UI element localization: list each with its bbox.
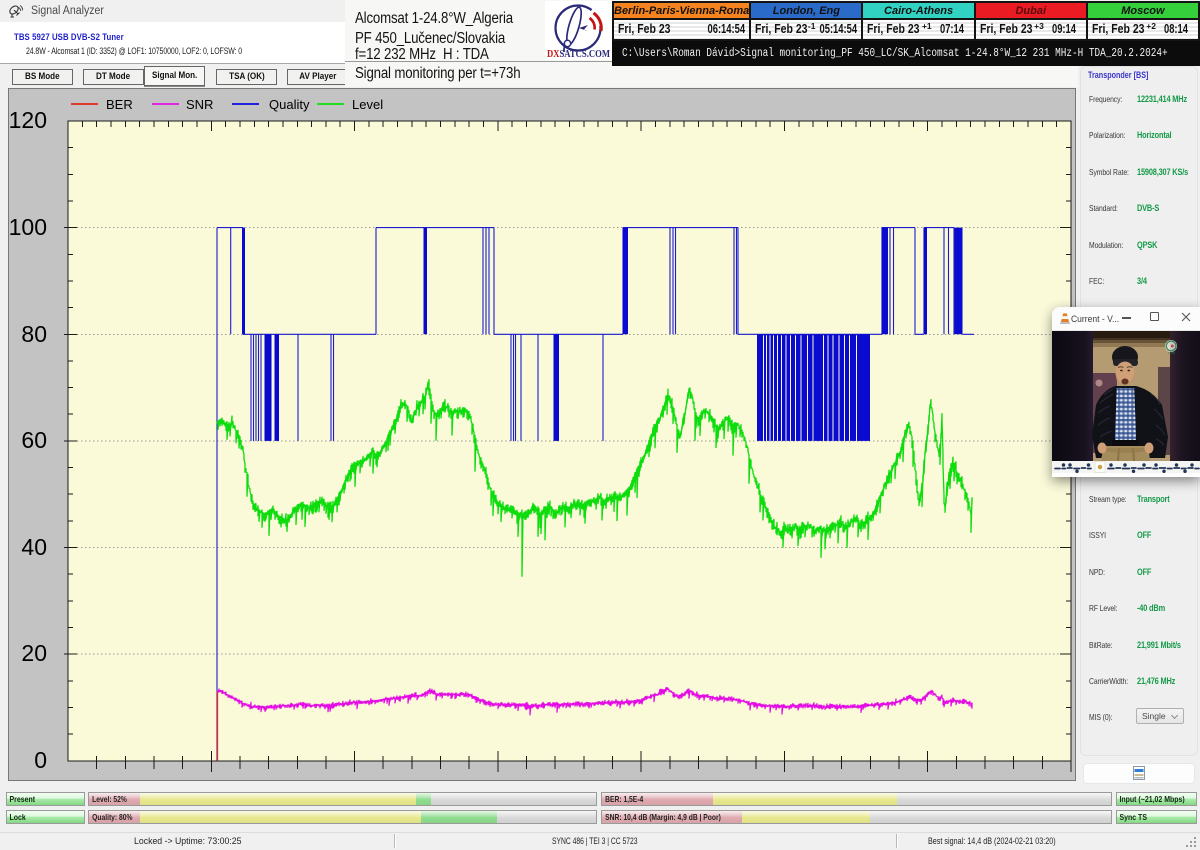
svg-text:DXSATCS.COM: DXSATCS.COM	[547, 49, 610, 60]
